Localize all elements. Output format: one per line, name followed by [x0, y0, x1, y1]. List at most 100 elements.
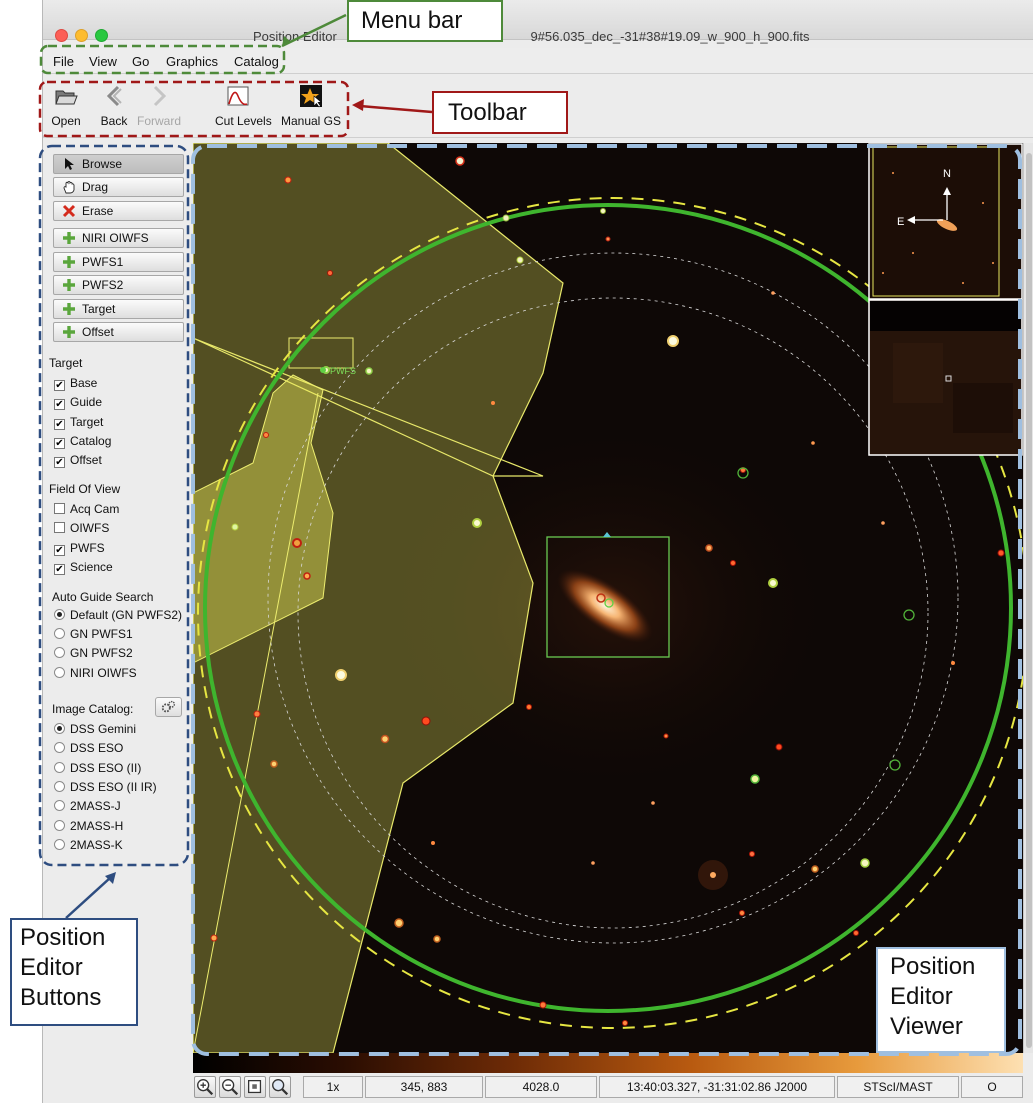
radio-dss-gemini[interactable]: DSS Gemini [54, 722, 136, 736]
checkbox-offset[interactable]: ✔ Offset [54, 453, 102, 468]
radio-2mass-k[interactable]: 2MASS-K [54, 838, 123, 852]
world-coords-field: 13:40:03.327, -31:31:02.86 J2000 [599, 1076, 835, 1098]
menu-bar-annotation: Menu bar [347, 0, 503, 42]
checkbox-acq-cam[interactable]: Acq Cam [54, 502, 119, 516]
plus-icon [63, 256, 75, 268]
target-section-title: Target [49, 356, 83, 370]
offset-button[interactable]: Offset [53, 322, 184, 342]
radio-unselected [54, 667, 65, 678]
position-editor-viewer[interactable]: PWFS N E [193, 143, 1023, 1053]
pixel-value-field: 4028.0 [485, 1076, 597, 1098]
radio-dss-eso-ii-ir[interactable]: DSS ESO (II IR) [54, 780, 157, 794]
pwfs-probe-marker[interactable] [320, 367, 326, 373]
image-catalog-section-title: Image Catalog: [52, 702, 134, 716]
radio-selected [54, 723, 65, 734]
zoom-out-button[interactable] [219, 1076, 241, 1098]
checkbox-catalog[interactable]: ✔ Catalog [54, 434, 111, 449]
checkbox-checked: ✔ [54, 399, 65, 410]
pixel-coords-field: 345, 883 [365, 1076, 483, 1098]
cut-levels-button[interactable]: Cut Levels [215, 84, 272, 128]
radio-dss-eso-ii[interactable]: DSS ESO (II) [54, 761, 141, 775]
pwfs2-button[interactable]: PWFS2 [53, 275, 184, 295]
radio-selected [54, 609, 65, 620]
panner-inset[interactable]: N E [868, 143, 1023, 300]
zoom-in-button[interactable] [194, 1076, 216, 1098]
position-editor-window: Position Editor 9#56.035_dec_-31#38#19.0… [42, 0, 1033, 1103]
radio-2mass-j[interactable]: 2MASS-J [54, 799, 121, 813]
niri-oiwfs-button[interactable]: NIRI OIWFS [53, 228, 184, 248]
checkbox-checked: ✔ [54, 564, 65, 575]
fit-to-window-button[interactable] [244, 1076, 266, 1098]
sky-image-canvas[interactable]: PWFS N E [193, 143, 1023, 1053]
manual-gs-button[interactable]: Manual GS [279, 84, 343, 128]
radio-dss-eso[interactable]: DSS ESO [54, 741, 123, 755]
catalog-settings-button[interactable] [155, 697, 182, 717]
magnify-button[interactable] [269, 1076, 291, 1098]
close-window-button[interactable] [55, 29, 68, 42]
pwfs1-button[interactable]: PWFS1 [53, 252, 184, 272]
menu-file[interactable]: File [53, 54, 74, 69]
toolbar-annotation: Toolbar [432, 91, 568, 134]
checkbox-target[interactable]: ✔ Target [54, 415, 103, 430]
radio-default-gn-pwfs2[interactable]: Default (GN PWFS2) [54, 608, 182, 622]
auto-guide-section-title: Auto Guide Search [52, 590, 154, 604]
checkbox-oiwfs[interactable]: OIWFS [54, 521, 109, 535]
checkbox-guide[interactable]: ✔ Guide [54, 395, 102, 410]
browse-button[interactable]: Browse [53, 154, 184, 174]
radio-gn-pwfs2[interactable]: GN PWFS2 [54, 646, 133, 660]
minimize-window-button[interactable] [75, 29, 88, 42]
checkbox-checked: ✔ [54, 545, 65, 556]
checkbox-checked: ✔ [54, 380, 65, 391]
plus-icon [63, 326, 75, 338]
radio-unselected [54, 628, 65, 639]
radio-unselected [54, 820, 65, 831]
radio-2mass-h[interactable]: 2MASS-H [54, 819, 123, 833]
hand-icon [63, 180, 75, 194]
status-bar: 1x 345, 883 4028.0 13:40:03.327, -31:31:… [193, 1073, 1033, 1103]
open-button[interactable]: Open [49, 84, 83, 128]
radio-unselected [54, 839, 65, 850]
zoom-level-field: 1x [303, 1076, 363, 1098]
zoom-window-button[interactable] [95, 29, 108, 42]
target-button[interactable]: Target [53, 299, 184, 319]
checkbox-base[interactable]: ✔ Base [54, 376, 97, 391]
menu-view[interactable]: View [89, 54, 117, 69]
menu-catalog[interactable]: Catalog [234, 54, 279, 69]
arrow-cursor-icon [65, 158, 74, 170]
colorbar [193, 1053, 1023, 1073]
radio-unselected [54, 647, 65, 658]
checkbox-unchecked [54, 503, 65, 514]
compass-north-label: N [943, 168, 951, 180]
radio-niri-oiwfs[interactable]: NIRI OIWFS [54, 666, 137, 680]
radio-gn-pwfs1[interactable]: GN PWFS1 [54, 627, 133, 641]
checkbox-checked: ✔ [54, 419, 65, 430]
radio-unselected [54, 781, 65, 792]
zoom-out-icon [222, 1079, 239, 1096]
buttons-annotation: Position Editor Buttons [10, 918, 138, 1026]
radio-unselected [54, 762, 65, 773]
fit-window-icon [248, 1080, 262, 1094]
image-source-field: STScI/MAST [837, 1076, 959, 1098]
compass-east-label: E [897, 216, 904, 228]
erase-button[interactable]: Erase [53, 201, 184, 221]
checkbox-science[interactable]: ✔ Science [54, 560, 113, 575]
magnifier-icon [272, 1079, 289, 1096]
checkbox-pwfs[interactable]: ✔ PWFS [54, 541, 105, 556]
viewer-vertical-scrollbar[interactable] [1023, 143, 1033, 1053]
menu-graphics[interactable]: Graphics [166, 54, 218, 69]
forward-button[interactable]: Forward [135, 84, 183, 128]
red-x-icon [62, 204, 76, 218]
histogram-icon [227, 86, 249, 106]
star-cursor-icon [300, 85, 322, 108]
back-button[interactable]: Back [99, 84, 129, 128]
checkbox-unchecked [54, 522, 65, 533]
folder-open-icon [55, 90, 78, 105]
window-title: Position Editor 9#56.035_dec_-31#38#19.0… [253, 29, 810, 44]
viewer-annotation: Position Editor Viewer [876, 947, 1006, 1053]
drag-button[interactable]: Drag [53, 177, 184, 197]
zoom-in-icon [197, 1079, 214, 1096]
menu-go[interactable]: Go [132, 54, 149, 69]
fov-section-title: Field Of View [49, 482, 121, 496]
scrollbar-thumb[interactable] [1026, 153, 1032, 1048]
magnifier-inset [868, 299, 1023, 456]
